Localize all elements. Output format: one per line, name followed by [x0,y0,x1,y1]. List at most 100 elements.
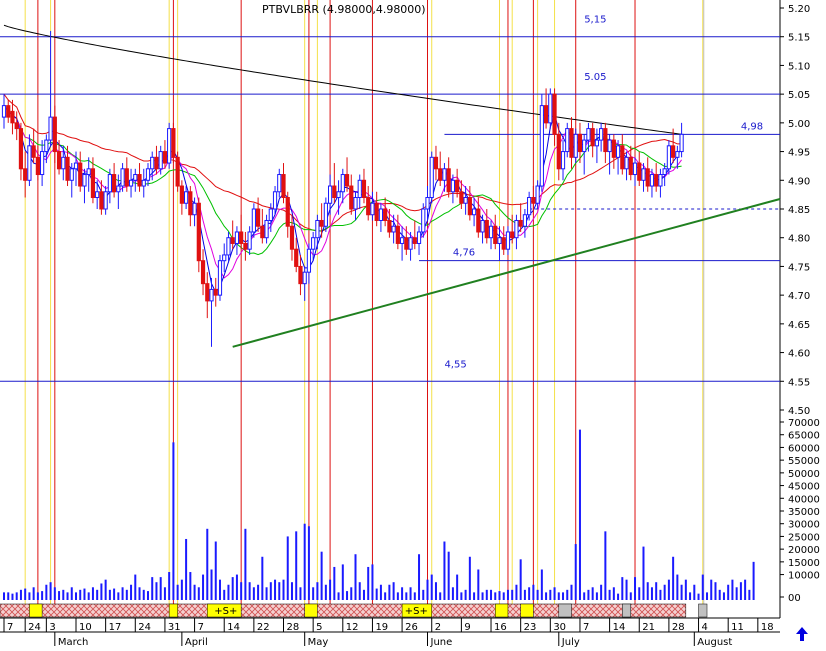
candle-down [52,116,57,153]
volume-bar [333,566,336,600]
candle-down [298,265,303,285]
date-label: 23 [524,622,537,633]
vertical-markers [24,0,705,604]
volume-bar [155,582,158,600]
candle-up [40,151,45,176]
candle-up [450,179,456,193]
candle-up [463,197,468,204]
candle-up [408,237,413,250]
date-label: 7 [198,622,204,633]
candle-down [577,133,583,153]
candle-down [285,197,290,227]
volume-bar [379,584,382,600]
volume-bar [91,587,94,600]
candle-down [188,191,193,216]
volume-bar [650,587,653,600]
volume-bar [371,564,374,600]
volume-bar [388,584,391,600]
date-label: 26 [405,622,418,633]
volume-bar [739,582,742,600]
volume-bar [70,587,73,600]
candle-up [675,151,680,158]
volume-bar [413,592,416,600]
volume-bar [506,589,509,600]
volume-bar [7,592,10,600]
candle-down [99,191,104,210]
volume-bar [634,577,637,600]
candle-up [429,156,434,199]
candle-up [184,191,189,204]
volume-bar [346,591,349,600]
candle-up [607,139,612,153]
candle-down [23,168,28,181]
signal-label: +S+ [214,606,237,617]
volume-bar [66,592,69,600]
price-tick-label: 4.55 [788,377,810,388]
scroll-up-arrow-icon[interactable] [795,626,809,642]
volume-bar [295,531,298,600]
candle-up [277,174,282,193]
volume-bar [74,592,77,600]
candle-up [311,237,316,250]
candle-down [154,156,159,170]
volume-bar [494,592,497,600]
volume-bar [113,588,116,600]
volume-bar [218,579,221,600]
volume-bar [367,566,370,600]
date-label: 10 [79,622,92,633]
candle-up [353,197,358,210]
candle-down [6,105,11,118]
volume-bar [142,589,145,600]
volume-bar [587,589,590,600]
candle-up [505,231,511,250]
volume-bar [392,582,395,600]
candle-down [383,208,388,221]
volume-bar [566,589,569,600]
candle-down [18,128,24,170]
volume-bar [473,592,476,600]
candle-up [391,225,396,233]
candle-up [209,288,214,302]
volume-bar [396,592,399,600]
strip-yellow-cell [304,603,318,618]
candle-down [260,225,265,239]
volume-bar [697,593,700,600]
candle-up [1,105,7,118]
price-tick-label: 5.00 [788,119,810,130]
volume-tick-label: 00 [788,593,801,604]
candle-up [497,237,502,244]
candle-down [196,202,201,262]
volume-bar [176,584,179,600]
candle-down [294,248,299,267]
candle-down [256,208,261,227]
candle-up [133,174,138,181]
price-tick-label: 4.75 [788,262,810,273]
candle-up [586,128,591,141]
month-label: March [58,637,88,647]
volume-bar [15,592,18,600]
volume-bar [655,582,658,600]
candle-down [319,219,324,227]
candle-down [78,162,83,187]
date-label: 24 [28,622,41,633]
candle-up [594,139,599,147]
price-tick-label: 4.50 [788,406,810,417]
volume-bar [553,587,556,600]
candle-down [349,185,354,210]
date-label: 5 [316,622,322,633]
month-label: July [561,637,580,647]
volume-bar [718,589,721,600]
candle-up [488,225,494,239]
volume-bar [731,579,734,600]
volume-bar [722,592,725,600]
volume-bar [727,584,730,600]
volume-bar [362,589,365,600]
volume-bar [468,556,471,600]
volume-bar [248,582,251,600]
candle-up [666,145,671,170]
volume-bar [659,589,662,600]
volume-bar [680,584,683,600]
volume-bar [117,592,120,600]
candles [1,30,684,347]
volume-bar [617,593,620,600]
